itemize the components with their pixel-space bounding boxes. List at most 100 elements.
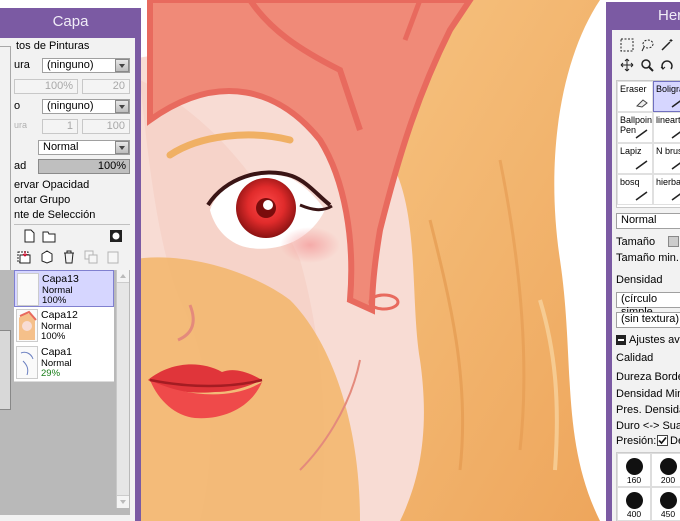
layer-mask-icon[interactable] bbox=[109, 229, 123, 243]
brush-dot-icon bbox=[626, 458, 643, 475]
size-label: Tamaño bbox=[616, 236, 656, 248]
size-preset-value: 200 bbox=[660, 475, 676, 485]
eraser-icon bbox=[635, 99, 648, 108]
brush-dot-icon bbox=[626, 492, 643, 509]
layer-thumbnail bbox=[16, 309, 38, 342]
selection-source-checkbox[interactable]: nte de Selección bbox=[14, 209, 95, 221]
layer-row-capa12[interactable]: Capa12 Normal 100% bbox=[14, 307, 114, 345]
zoom-icon[interactable] bbox=[640, 58, 654, 72]
clear-layer-icon[interactable] bbox=[40, 250, 54, 264]
brush-shape-select[interactable]: (círculo simple bbox=[616, 292, 680, 318]
size-preset-160[interactable]: 160 bbox=[617, 453, 651, 487]
rotate-icon[interactable] bbox=[660, 58, 674, 72]
brush-lineart[interactable]: lineart bbox=[653, 112, 680, 143]
brush-label: Boligra bbox=[656, 84, 680, 94]
max-density-pressure-label: Pres. Densidad bbox=[616, 404, 680, 416]
brush-label: lineart bbox=[656, 115, 680, 125]
brush-label: Lapiz bbox=[620, 146, 642, 156]
magic-wand-icon[interactable] bbox=[660, 38, 674, 52]
hard-soft-label: Duro <-> Suav bbox=[616, 420, 680, 432]
brush-hierba[interactable]: hierba bbox=[653, 174, 680, 205]
size-preset-value: 160 bbox=[626, 475, 642, 485]
paste-layer-icon[interactable] bbox=[106, 250, 120, 264]
layer-opacity: 29% bbox=[41, 368, 61, 379]
copy-layer-icon[interactable] bbox=[84, 250, 98, 264]
min-size-label: Tamaño min. bbox=[616, 252, 679, 264]
effect-width-field[interactable]: 1 bbox=[42, 119, 78, 134]
texture-dropdown-button[interactable] bbox=[115, 59, 129, 72]
tools-panel: Her Eraser Boligra Ballpoint Pen lineart bbox=[606, 2, 680, 521]
pen-icon bbox=[671, 100, 680, 108]
brush-lapiz[interactable]: Lapiz bbox=[617, 143, 653, 174]
brush-label: bosq bbox=[620, 177, 640, 187]
move-icon[interactable] bbox=[620, 58, 634, 72]
layer-panel: Capa tos de Pinturas ura (ninguno) 100% … bbox=[0, 8, 141, 521]
advanced-toggle[interactable] bbox=[616, 335, 626, 345]
brush-bosq[interactable]: bosq bbox=[617, 174, 653, 205]
pen-icon bbox=[671, 131, 680, 139]
brush-dot-icon bbox=[660, 492, 677, 509]
brush-icon bbox=[671, 193, 680, 201]
blend-mode-value: Normal bbox=[43, 141, 79, 153]
size-preset-value: 400 bbox=[626, 509, 642, 519]
lasso-icon[interactable] bbox=[640, 38, 654, 52]
texture-scale-field[interactable]: 20 bbox=[82, 79, 130, 94]
rect-select-icon[interactable] bbox=[620, 38, 634, 52]
size-multiplier-button[interactable] bbox=[668, 236, 679, 247]
pressure-density-checkbox[interactable] bbox=[657, 435, 668, 446]
brush-icon bbox=[671, 162, 680, 170]
tools-panel-body: Eraser Boligra Ballpoint Pen lineart Lap… bbox=[612, 30, 680, 521]
pencil-icon bbox=[635, 160, 648, 170]
brush-n-brush[interactable]: N brus bbox=[653, 143, 680, 174]
layer-name: Capa1 bbox=[41, 346, 72, 358]
brush-label: Eraser bbox=[620, 84, 647, 94]
layer-row-capa13[interactable]: Capa13 Normal 100% bbox=[14, 270, 114, 307]
transfer-down-icon[interactable] bbox=[18, 250, 32, 264]
pressure-label: Presión: bbox=[616, 435, 657, 447]
effect-dropdown-button[interactable] bbox=[115, 100, 129, 113]
brush-dot-icon bbox=[660, 458, 677, 475]
preserve-opacity-checkbox[interactable]: ervar Opacidad bbox=[14, 179, 89, 191]
effect-strength-field[interactable]: 100 bbox=[82, 119, 130, 134]
opacity-value: 100% bbox=[97, 160, 126, 172]
brush-texture-select[interactable]: (sin textura) bbox=[616, 312, 680, 328]
layer-thumbnail bbox=[17, 273, 39, 306]
layer-name: Capa13 bbox=[42, 273, 79, 285]
checkmark-icon bbox=[658, 436, 667, 445]
edge-hardness-label: Dureza Borde bbox=[616, 371, 680, 383]
pressure-density-label: De bbox=[670, 435, 680, 447]
min-density-label: Densidad Min. bbox=[616, 388, 680, 400]
clip-group-checkbox[interactable]: ortar Grupo bbox=[14, 194, 70, 206]
scroll-down-button[interactable] bbox=[117, 495, 129, 508]
opacity-label: ad bbox=[14, 160, 27, 172]
effect-label: o bbox=[14, 100, 21, 112]
layer-row-capa1[interactable]: Capa1 Normal 29% bbox=[14, 344, 114, 382]
texture-strength-field[interactable]: 100% bbox=[14, 79, 78, 94]
layer-opacity: 100% bbox=[42, 295, 67, 306]
brush-ballpoint-pen[interactable]: Ballpoint Pen bbox=[617, 112, 653, 143]
size-preset-400[interactable]: 400 bbox=[617, 487, 651, 521]
brush-grid: Eraser Boligra Ballpoint Pen lineart Lap… bbox=[616, 80, 680, 208]
brush-texture-value: (sin textura) bbox=[621, 313, 680, 325]
scroll-up-button[interactable] bbox=[117, 270, 129, 283]
layer-list-left-frame bbox=[0, 330, 11, 410]
trash-icon[interactable] bbox=[62, 250, 76, 264]
brush-boligrafo[interactable]: Boligra bbox=[653, 81, 680, 112]
opacity-slider[interactable]: 100% bbox=[38, 159, 130, 174]
advanced-label: Ajustes ava bbox=[629, 334, 680, 346]
size-preset-200[interactable]: 200 bbox=[651, 453, 680, 487]
new-folder-icon[interactable] bbox=[42, 229, 56, 243]
brush-blend-select[interactable]: Normal bbox=[616, 213, 680, 229]
new-layer-icon[interactable] bbox=[22, 229, 36, 243]
size-preset-450[interactable]: 450 bbox=[651, 487, 680, 521]
layer-panel-title: Capa bbox=[52, 13, 89, 30]
blend-mode-dropdown-button[interactable] bbox=[115, 141, 129, 154]
layer-toolbar bbox=[14, 224, 130, 269]
texture-label: ura bbox=[14, 59, 30, 71]
layer-list-scrollbar[interactable] bbox=[116, 270, 129, 508]
layer-opacity: 100% bbox=[41, 331, 66, 342]
texture-select-value: (ninguno) bbox=[47, 59, 94, 71]
effect-width-label: ura bbox=[14, 120, 28, 130]
brush-eraser[interactable]: Eraser bbox=[617, 81, 653, 112]
brush-label: hierba bbox=[656, 177, 680, 187]
